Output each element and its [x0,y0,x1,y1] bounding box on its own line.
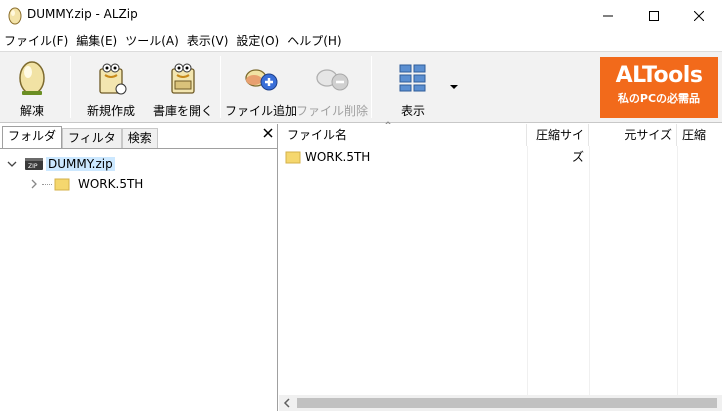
menu-view[interactable]: 表示(V) [183,31,233,51]
window-title: DUMMY.zip - ALZip [27,7,138,21]
column-header-ratio[interactable]: 圧縮 [677,124,722,146]
banner-title: ALTools [615,63,703,88]
toolbar-separator [371,56,372,118]
folder-tree: ZIP DUMMY.zip WORK.5TH [0,148,278,411]
tree-connector [42,183,52,185]
maximize-icon [649,10,659,21]
toolbar: 解凍 新規作成 書庫を開く ファイル追加 ファイル削除 表示 ALTools 私… [0,51,722,123]
egg-icon [19,61,45,95]
collapse-icon[interactable] [6,158,18,170]
list-item[interactable]: WORK.5TH [285,148,370,166]
add-file-label: ファイル追加 [225,104,298,118]
expand-icon[interactable] [28,178,40,190]
scroll-left-icon[interactable] [282,398,292,408]
column-divider [589,146,590,396]
banner-subtitle: 私のPCの必需品 [617,92,701,105]
add-file-button[interactable]: ファイル追加 [225,54,297,120]
horizontal-scrollbar[interactable] [279,395,722,411]
minimize-icon [603,15,613,16]
menu-settings[interactable]: 設定(O) [232,31,283,51]
zip-archive-icon: ZIP [25,158,43,170]
tree-node-root[interactable]: ZIP DUMMY.zip [6,155,115,173]
alzip-app-icon [8,7,22,25]
view-button[interactable]: 表示 [393,54,433,120]
menu-file[interactable]: ファイル(F) [0,31,72,51]
delete-file-button[interactable]: ファイル削除 [296,54,368,120]
tab-folder[interactable]: フォルダ [2,126,63,148]
column-header-name[interactable]: ファイル名 [279,124,527,146]
folder-pane: フォルダ フィルタ 検索 ZIP DUMMY.zip WORK.5TH [0,124,278,411]
title-bar: DUMMY.zip - ALZip [0,0,722,31]
view-label: 表示 [400,104,425,118]
add-file-icon [245,69,278,91]
scrollbar-thumb[interactable] [297,398,717,408]
toolbar-separator [220,56,221,118]
tab-filter[interactable]: フィルタ [62,128,122,148]
column-divider [677,146,678,396]
tree-root-label: DUMMY.zip [46,157,115,171]
column-divider [527,146,528,396]
maximize-button[interactable] [631,0,677,31]
new-archive-button[interactable]: 新規作成 [85,54,137,120]
tab-search[interactable]: 検索 [121,128,158,148]
menu-edit[interactable]: 編集(E) [72,31,121,51]
column-header-original-size[interactable]: 元サイズ [589,124,677,146]
pane-tabs: フォルダ フィルタ 検索 [2,126,158,148]
extract-label: 解凍 [19,104,44,118]
open-archive-label: 書庫を開く [153,104,214,118]
menu-help[interactable]: ヘルプ(H) [283,31,345,51]
view-dropdown-icon[interactable] [448,82,460,92]
menu-bar: ファイル(F) 編集(E) ツール(A) 表示(V) 設定(O) ヘルプ(H) [0,31,722,51]
delete-file-icon [316,69,349,91]
altools-banner[interactable]: ALTools 私のPCの必需品 [600,57,718,118]
open-archive-button[interactable]: 書庫を開く [153,54,214,120]
close-icon [694,10,704,21]
delete-file-label: ファイル削除 [296,104,369,118]
new-archive-label: 新規作成 [86,104,135,118]
open-archive-icon [171,63,195,94]
new-archive-icon [99,63,127,95]
tree-node-folder[interactable]: WORK.5TH [28,175,145,193]
file-name: WORK.5TH [305,150,371,164]
folder-icon [285,151,301,164]
file-list: ファイル名 圧縮サイズ 元サイズ 圧縮 WORK.5TH [279,121,722,411]
minimize-button[interactable] [585,0,631,31]
column-header-compressed-size[interactable]: 圧縮サイズ [527,124,589,164]
extract-button[interactable]: 解凍 [10,54,54,120]
toolbar-separator [70,56,71,118]
close-button[interactable] [676,0,722,31]
menu-tools[interactable]: ツール(A) [121,31,183,51]
tree-folder-label: WORK.5TH [78,177,144,191]
folder-icon [54,178,70,191]
svg-text:ZIP: ZIP [28,163,38,170]
pane-close-icon[interactable] [262,127,274,139]
view-grid-icon [399,64,426,92]
